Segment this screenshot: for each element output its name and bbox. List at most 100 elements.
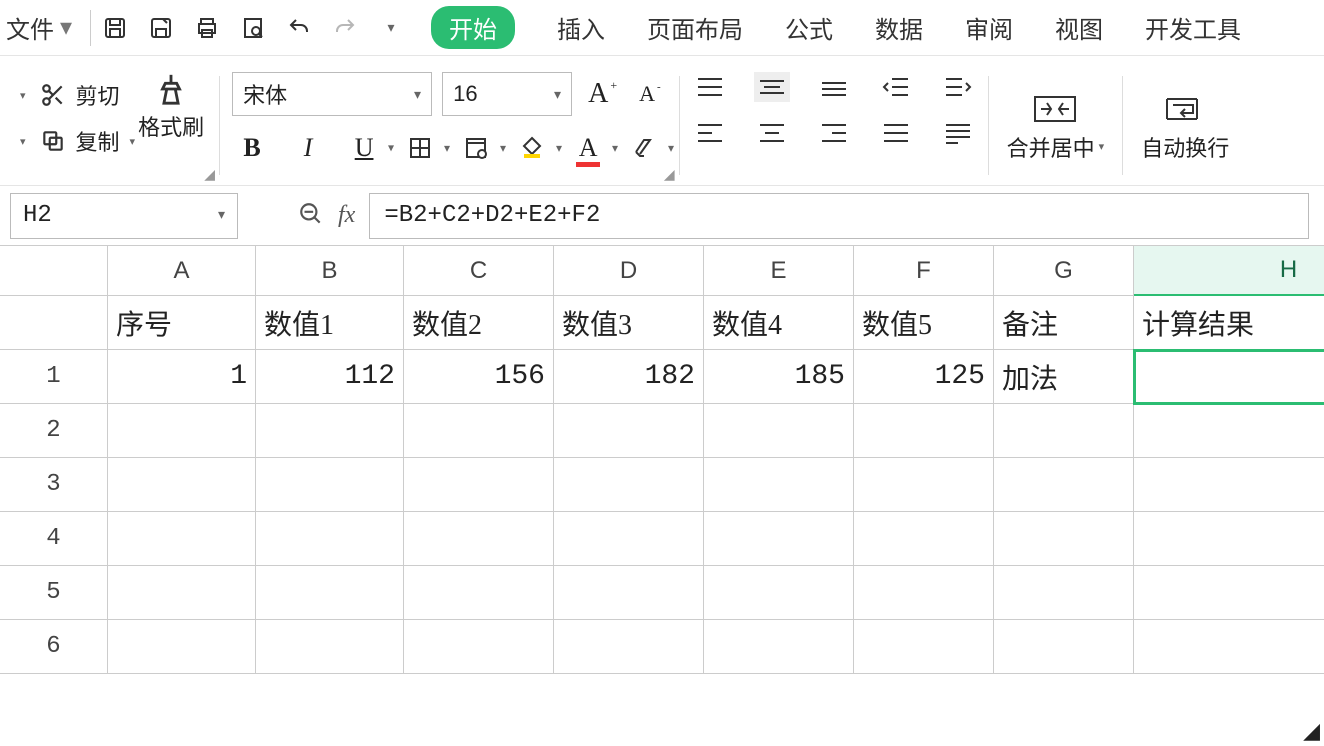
align-top-button[interactable] xyxy=(692,72,728,102)
tab-view[interactable]: 视图 xyxy=(1055,0,1103,56)
align-right-button[interactable] xyxy=(816,118,852,148)
tab-formula[interactable]: 公式 xyxy=(785,0,833,56)
col-header-C[interactable]: C xyxy=(404,246,554,296)
cell[interactable] xyxy=(854,566,994,620)
bold-button[interactable]: B xyxy=(232,128,272,168)
cell[interactable] xyxy=(1134,404,1324,458)
justify-button[interactable] xyxy=(878,118,914,148)
undo-icon[interactable] xyxy=(285,14,313,42)
cell-G2[interactable]: 加法 xyxy=(994,350,1134,404)
cell[interactable] xyxy=(554,566,704,620)
cell[interactable] xyxy=(554,458,704,512)
paste-dropdown2-icon[interactable]: ▾ xyxy=(20,135,26,148)
cell[interactable] xyxy=(404,458,554,512)
cell[interactable] xyxy=(994,566,1134,620)
cell-F1[interactable]: 数值5 xyxy=(854,296,994,350)
italic-button[interactable]: I xyxy=(288,128,328,168)
cell[interactable] xyxy=(994,512,1134,566)
clipboard-launcher-icon[interactable]: ◢ xyxy=(204,166,215,183)
underline-button[interactable]: U▾ xyxy=(344,128,384,168)
cell[interactable] xyxy=(704,620,854,674)
cell[interactable] xyxy=(108,458,256,512)
cell[interactable] xyxy=(404,404,554,458)
tab-data[interactable]: 数据 xyxy=(875,0,923,56)
col-header-E[interactable]: E xyxy=(704,246,854,296)
cell[interactable] xyxy=(554,512,704,566)
font-launcher-icon[interactable]: ◢ xyxy=(664,166,675,183)
col-header-H[interactable]: H xyxy=(1134,246,1324,296)
clear-format-button[interactable]: ▾ xyxy=(624,128,664,168)
border-button[interactable]: ▾ xyxy=(400,128,440,168)
col-header-D[interactable]: D xyxy=(554,246,704,296)
row-header-1v[interactable]: 1 xyxy=(0,350,108,404)
cell[interactable] xyxy=(108,404,256,458)
tab-insert[interactable]: 插入 xyxy=(557,0,605,56)
distribute-button[interactable] xyxy=(940,118,976,148)
cell[interactable] xyxy=(854,512,994,566)
decrease-indent-button[interactable] xyxy=(878,72,914,102)
decrease-font-button[interactable]: A- xyxy=(633,81,667,107)
align-bottom-button[interactable] xyxy=(816,72,852,102)
cell[interactable] xyxy=(1134,566,1324,620)
col-header-B[interactable]: B xyxy=(256,246,404,296)
row-header-1[interactable] xyxy=(0,296,108,350)
cell[interactable] xyxy=(1134,620,1324,674)
copy-button[interactable]: ▾ 复制 ▾ xyxy=(12,118,135,164)
cell[interactable] xyxy=(854,404,994,458)
cell-D1[interactable]: 数值3 xyxy=(554,296,704,350)
cell-H2[interactable]: 760 xyxy=(1134,350,1324,404)
cell[interactable] xyxy=(108,512,256,566)
align-launcher-icon[interactable]: ◢ xyxy=(1303,718,1320,744)
cell[interactable] xyxy=(1134,458,1324,512)
redo-icon[interactable] xyxy=(331,14,359,42)
increase-indent-button[interactable] xyxy=(940,72,976,102)
tab-dev[interactable]: 开发工具 xyxy=(1145,0,1241,56)
cell[interactable] xyxy=(854,458,994,512)
format-painter-button[interactable]: 格式刷 xyxy=(135,72,207,142)
cell-A2[interactable]: 1 xyxy=(108,350,256,404)
row-header-4[interactable]: 4 xyxy=(0,512,108,566)
formula-input[interactable]: =B2+C2+D2+E2+F2 xyxy=(369,193,1309,239)
increase-font-button[interactable]: A+ xyxy=(582,78,623,110)
tab-start[interactable]: 开始 xyxy=(431,6,515,49)
tab-page-layout[interactable]: 页面布局 xyxy=(647,0,743,56)
cell[interactable] xyxy=(256,458,404,512)
cell-G1[interactable]: 备注 xyxy=(994,296,1134,350)
merge-center-button[interactable]: 合并居中 ▾ xyxy=(989,68,1123,185)
spreadsheet-grid[interactable]: A B C D E F G H 序号 数值1 数值2 数值3 数值4 数值5 备… xyxy=(0,246,1324,674)
row-header-5[interactable]: 5 xyxy=(0,566,108,620)
cell-B2[interactable]: 112 xyxy=(256,350,404,404)
font-name-select[interactable]: 宋体 ▾ xyxy=(232,72,432,116)
col-header-F[interactable]: F xyxy=(854,246,994,296)
cell[interactable] xyxy=(994,458,1134,512)
save-icon[interactable] xyxy=(101,14,129,42)
paste-dropdown-icon[interactable]: ▾ xyxy=(20,89,26,102)
select-all-corner[interactable] xyxy=(0,246,108,296)
align-middle-button[interactable] xyxy=(754,72,790,102)
tab-review[interactable]: 审阅 xyxy=(965,0,1013,56)
cell[interactable] xyxy=(704,458,854,512)
row-header-2[interactable]: 2 xyxy=(0,404,108,458)
cell[interactable] xyxy=(994,404,1134,458)
cell-A1[interactable]: 序号 xyxy=(108,296,256,350)
font-size-select[interactable]: 16 ▾ xyxy=(442,72,572,116)
row-header-6[interactable]: 6 xyxy=(0,620,108,674)
wrap-text-button[interactable]: 自动换行 ◢ xyxy=(1123,68,1247,185)
zoom-out-icon[interactable] xyxy=(298,201,324,230)
cell[interactable] xyxy=(854,620,994,674)
cell[interactable] xyxy=(554,620,704,674)
fill-color-button[interactable]: ▾ xyxy=(512,128,552,168)
cell[interactable] xyxy=(256,620,404,674)
cell[interactable] xyxy=(554,404,704,458)
print-preview-icon[interactable] xyxy=(239,14,267,42)
cell[interactable] xyxy=(994,620,1134,674)
fx-label[interactable]: fx xyxy=(338,202,355,229)
save-as-icon[interactable] xyxy=(147,14,175,42)
name-box[interactable]: H2 ▾ xyxy=(10,193,238,239)
font-color-button[interactable]: A ▾ xyxy=(568,128,608,168)
print-icon[interactable] xyxy=(193,14,221,42)
file-menu[interactable]: 文件 ▾ xyxy=(0,0,80,56)
cell-E1[interactable]: 数值4 xyxy=(704,296,854,350)
cell[interactable] xyxy=(404,620,554,674)
cell[interactable] xyxy=(108,620,256,674)
